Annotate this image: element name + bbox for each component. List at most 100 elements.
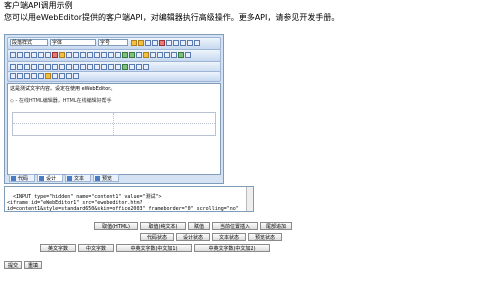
- superscript-icon[interactable]: [38, 52, 44, 58]
- font-size-select[interactable]: 字号: [98, 39, 128, 46]
- align-center-icon[interactable]: [73, 52, 79, 58]
- insert-at-cursor-button[interactable]: 当前位置插入: [212, 222, 258, 230]
- text-state-button[interactable]: 文本状态: [212, 233, 246, 241]
- file-icon[interactable]: [143, 52, 149, 58]
- dropdown-icon[interactable]: [108, 64, 114, 70]
- font-color-icon[interactable]: [52, 52, 58, 58]
- table-insert-icon[interactable]: [10, 64, 16, 70]
- content-line-1: 这是测试文字内容。设定在使用 eWebEditor。: [10, 86, 116, 92]
- help-icon[interactable]: [73, 73, 79, 79]
- fullscreen-icon[interactable]: [66, 73, 72, 79]
- tab-code[interactable]: 代码: [9, 174, 35, 182]
- remote-upload-icon[interactable]: [150, 52, 156, 58]
- radio-icon[interactable]: [94, 64, 100, 70]
- underline-icon[interactable]: [24, 52, 30, 58]
- preview-state-button[interactable]: 预览状态: [248, 233, 282, 241]
- paste-text-icon[interactable]: [145, 40, 151, 46]
- about-icon[interactable]: [143, 64, 149, 70]
- zoom-icon[interactable]: [52, 73, 58, 79]
- align-right-icon[interactable]: [80, 52, 86, 58]
- editor-content-area[interactable]: 这是测试文字内容。设定在使用 eWebEditor。 ◇ - 在线HTML编辑器…: [7, 83, 221, 175]
- button-icon[interactable]: [115, 64, 121, 70]
- code-state-button[interactable]: 代码状态: [140, 233, 174, 241]
- emoticon-icon[interactable]: [164, 52, 170, 58]
- special-char-icon[interactable]: [157, 52, 163, 58]
- subscript-icon[interactable]: [45, 52, 51, 58]
- bookmark-icon[interactable]: [10, 73, 16, 79]
- mixed-count-1-button[interactable]: 中英文字数(中文加1): [116, 244, 192, 252]
- italic-icon[interactable]: [17, 52, 23, 58]
- marquee-icon[interactable]: [122, 64, 128, 70]
- merge-cells-icon[interactable]: [59, 64, 65, 70]
- paste-icon[interactable]: [138, 40, 144, 46]
- content-line-2: ◇ - 在线HTML编辑器，HTML在线编辑好帮手: [10, 98, 112, 104]
- html-source-textarea[interactable]: <INPUT type="hidden" name="content1" val…: [4, 186, 254, 212]
- outdent-icon[interactable]: [115, 52, 121, 58]
- remove-format-icon[interactable]: [194, 40, 200, 46]
- spellcheck-icon[interactable]: [59, 73, 65, 79]
- tab-text-label: 文本: [74, 176, 85, 182]
- align-left-icon[interactable]: [66, 52, 72, 58]
- copy-icon[interactable]: [131, 40, 137, 46]
- get-html-button[interactable]: 取值(HTML): [94, 222, 138, 230]
- delete-icon[interactable]: [159, 40, 165, 46]
- textbox-icon[interactable]: [80, 64, 86, 70]
- undo-icon[interactable]: [173, 40, 179, 46]
- flash-icon[interactable]: [129, 52, 135, 58]
- maximize-icon[interactable]: [136, 64, 142, 70]
- table-props-icon[interactable]: [17, 64, 23, 70]
- tab-design-label: 设计: [46, 176, 57, 182]
- code-block-icon[interactable]: [17, 73, 23, 79]
- mixed-count-2-button[interactable]: 中英文字数(中文加2): [194, 244, 270, 252]
- text-mode-icon: [67, 176, 72, 181]
- highlight-icon[interactable]: [59, 52, 65, 58]
- textarea-icon[interactable]: [87, 64, 93, 70]
- insert-col-icon[interactable]: [45, 64, 51, 70]
- delete-row-icon[interactable]: [38, 64, 44, 70]
- append-button[interactable]: 尾部追加: [260, 222, 292, 230]
- textarea-scrollbar[interactable]: [246, 187, 253, 211]
- print-icon[interactable]: [129, 64, 135, 70]
- paragraph-style-select[interactable]: 段落样式: [10, 39, 48, 46]
- bold-icon[interactable]: [10, 52, 16, 58]
- redo-icon[interactable]: [180, 40, 186, 46]
- background-icon[interactable]: [45, 73, 51, 79]
- image-icon[interactable]: [122, 52, 128, 58]
- media-icon[interactable]: [136, 52, 142, 58]
- reset-button[interactable]: 重填: [24, 261, 42, 269]
- cell-props-icon[interactable]: [24, 64, 30, 70]
- find-icon[interactable]: [166, 40, 172, 46]
- justify-icon[interactable]: [87, 52, 93, 58]
- split-cells-icon[interactable]: [66, 64, 72, 70]
- page-description: 您可以用eWebEditor提供的客户端API，对编辑器执行高级操作。更多API…: [4, 13, 340, 22]
- delete-col-icon[interactable]: [52, 64, 58, 70]
- tab-design[interactable]: 设计: [37, 174, 63, 182]
- quote-icon[interactable]: [24, 73, 30, 79]
- html-source-text: <INPUT type="hidden" name="content1" val…: [7, 194, 239, 212]
- font-family-select[interactable]: 字体: [50, 39, 96, 46]
- unordered-list-icon[interactable]: [101, 52, 107, 58]
- time-icon[interactable]: [38, 73, 44, 79]
- date-icon[interactable]: [31, 73, 37, 79]
- set-value-button[interactable]: 赋值: [188, 222, 210, 230]
- content-table[interactable]: [12, 112, 216, 136]
- checkbox-icon[interactable]: [101, 64, 107, 70]
- form-icon[interactable]: [73, 64, 79, 70]
- get-text-button[interactable]: 取值(纯文本): [140, 222, 186, 230]
- english-count-button[interactable]: 英文字数: [40, 244, 76, 252]
- ordered-list-icon[interactable]: [94, 52, 100, 58]
- paste-word-icon[interactable]: [152, 40, 158, 46]
- insert-row-icon[interactable]: [31, 64, 37, 70]
- tab-preview-label: 预览: [102, 176, 113, 182]
- tab-text[interactable]: 文本: [65, 174, 91, 182]
- link-icon[interactable]: [178, 52, 184, 58]
- strikethrough-icon[interactable]: [31, 52, 37, 58]
- hr-icon[interactable]: [171, 52, 177, 58]
- indent-icon[interactable]: [108, 52, 114, 58]
- design-state-button[interactable]: 设计状态: [176, 233, 210, 241]
- tab-preview[interactable]: 预览: [93, 174, 119, 182]
- unlink-icon[interactable]: [185, 52, 191, 58]
- chinese-count-button[interactable]: 中文字数: [78, 244, 114, 252]
- submit-button[interactable]: 提交: [4, 261, 22, 269]
- select-all-icon[interactable]: [187, 40, 193, 46]
